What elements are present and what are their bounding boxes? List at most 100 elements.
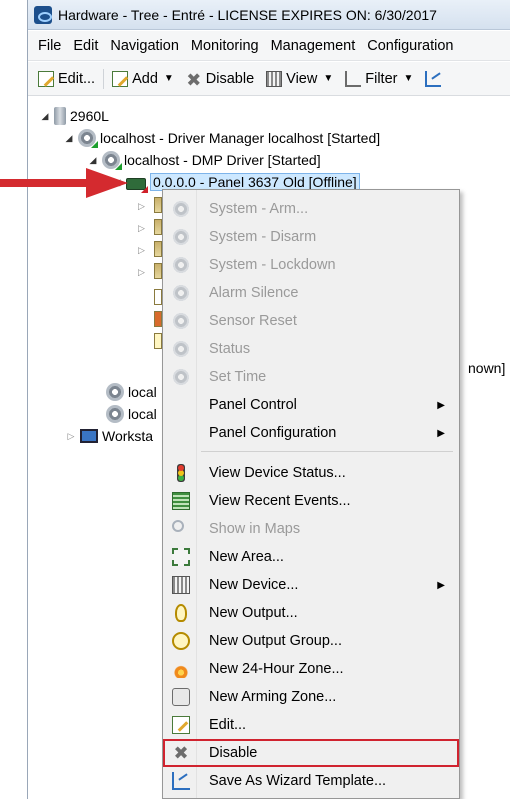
menu-item-label: New Device...	[209, 577, 299, 593]
submenu-arrow-icon: ▶	[437, 399, 445, 411]
menu-item-show-in-maps[interactable]: Show in Maps	[163, 515, 459, 543]
gear-disabled-icon	[172, 312, 190, 330]
menu-item-label: Show in Maps	[209, 521, 301, 537]
annotation-arrow-icon	[0, 168, 128, 198]
menu-item-edit[interactable]: Edit...	[163, 711, 459, 739]
menu-item-system-lockdown[interactable]: System - Lockdown	[163, 251, 459, 279]
area-node-icon	[154, 263, 162, 279]
area-icon	[172, 548, 190, 566]
toolbar-separator	[103, 68, 105, 89]
chevron-down-icon[interactable]: ▼	[323, 73, 333, 84]
menu-item-new-24-hour-zone[interactable]: New 24-Hour Zone...	[163, 655, 459, 683]
submenu-arrow-icon: ▶	[437, 427, 445, 439]
menu-item-view-recent-events[interactable]: View Recent Events...	[163, 487, 459, 515]
expand-toggle-icon[interactable]: ▷	[66, 431, 76, 442]
edit-button-label: Edit...	[58, 70, 96, 87]
filter-button-label: Filter	[365, 70, 398, 87]
toolbar: Edit... Add ▼ ✖ Disable View ▼ Filter ▼	[28, 62, 510, 96]
tree-node-label: localhost - DMP Driver [Started]	[124, 152, 321, 168]
menu-item-new-output[interactable]: New Output...	[163, 599, 459, 627]
menu-item-label: New Output Group...	[209, 633, 342, 649]
view-button[interactable]: View ▼	[260, 70, 339, 87]
menu-item-new-area[interactable]: New Area...	[163, 543, 459, 571]
menu-item-new-arming-zone[interactable]: New Arming Zone...	[163, 683, 459, 711]
driver-manager-icon	[78, 129, 98, 148]
menu-item-panel-control[interactable]: Panel Control ▶	[163, 391, 459, 419]
menu-navigation[interactable]: Navigation	[104, 38, 185, 54]
edit-icon	[38, 70, 54, 87]
filter-button[interactable]: Filter ▼	[339, 70, 419, 87]
events-list-icon	[172, 492, 190, 510]
expand-toggle-icon[interactable]: ▷	[138, 267, 145, 278]
menu-item-panel-configuration[interactable]: Panel Configuration ▶	[163, 419, 459, 447]
tree-node-local-1[interactable]: local	[106, 381, 157, 403]
add-button-label: Add	[132, 70, 158, 87]
arming-zone-icon	[172, 688, 190, 706]
tree-node-label: local	[128, 384, 157, 400]
expand-toggle-icon[interactable]: ▷	[138, 201, 145, 212]
driver-icon	[106, 405, 124, 423]
menu-item-label: Set Time	[209, 369, 267, 385]
expand-toggle-icon[interactable]: ▷	[138, 223, 145, 234]
tree-node-partial-label: nown]	[468, 357, 505, 379]
bulb-group-icon	[172, 632, 190, 650]
add-icon	[112, 70, 129, 87]
menu-item-new-device[interactable]: New Device... ▶	[163, 571, 459, 599]
menu-monitoring[interactable]: Monitoring	[185, 38, 265, 54]
disable-button[interactable]: ✖ Disable	[180, 71, 260, 89]
expand-toggle-icon[interactable]: ▷	[138, 245, 145, 256]
menu-item-view-device-status[interactable]: View Device Status...	[163, 459, 459, 487]
menu-item-system-disarm[interactable]: System - Disarm	[163, 223, 459, 251]
chevron-down-icon[interactable]: ▼	[403, 73, 413, 84]
menu-item-label: Disable	[209, 745, 258, 761]
menu-item-label: Status	[209, 341, 251, 357]
menu-management[interactable]: Management	[265, 38, 362, 54]
add-button[interactable]: Add ▼	[106, 70, 180, 87]
wizard-icon	[425, 70, 442, 87]
expand-toggle-icon[interactable]: ◢	[40, 111, 50, 122]
submenu-arrow-icon: ▶	[437, 579, 445, 591]
menu-item-set-time[interactable]: Set Time	[163, 363, 459, 391]
menu-item-disable[interactable]: ✖ Disable	[163, 739, 459, 767]
gear-disabled-icon	[172, 228, 190, 246]
menu-item-label: New Arming Zone...	[209, 689, 337, 705]
menu-item-alarm-silence[interactable]: Alarm Silence	[163, 279, 459, 307]
chevron-down-icon[interactable]: ▼	[164, 73, 174, 84]
menu-item-save-as-wizard-template[interactable]: Save As Wizard Template...	[163, 767, 459, 795]
bulb-icon	[175, 604, 187, 622]
server-icon	[54, 107, 66, 125]
menu-item-label: New Area...	[209, 549, 284, 565]
tree-node-driver-manager[interactable]: ◢ localhost - Driver Manager localhost […	[64, 127, 380, 149]
expand-toggle-icon[interactable]: ◢	[64, 133, 74, 144]
menu-item-label: Panel Configuration	[209, 425, 337, 441]
expand-toggle-icon[interactable]: ◢	[88, 155, 98, 166]
tree-node-local-2[interactable]: local	[106, 403, 157, 425]
wizard-icon	[172, 772, 190, 790]
menu-file[interactable]: File	[32, 38, 67, 54]
gear-disabled-icon	[172, 340, 190, 358]
menu-edit[interactable]: Edit	[67, 38, 104, 54]
menu-item-system-arm[interactable]: System - Arm...	[163, 195, 459, 223]
tree-node-root[interactable]: ◢ 2960L	[40, 105, 109, 127]
tree-node-label: local	[128, 406, 157, 422]
view-button-label: View	[286, 70, 318, 87]
wizard-toolbar-button[interactable]	[419, 70, 447, 87]
x-icon: ✖	[173, 743, 189, 763]
menu-item-sensor-reset[interactable]: Sensor Reset	[163, 307, 459, 335]
tree-node-label: Worksta	[102, 428, 154, 444]
menu-item-label: New Output...	[209, 605, 298, 621]
menu-item-new-output-group[interactable]: New Output Group...	[163, 627, 459, 655]
menu-item-label: New 24-Hour Zone...	[209, 661, 344, 677]
menu-bar: File Edit Navigation Monitoring Manageme…	[28, 31, 510, 61]
menu-item-status[interactable]: Status	[163, 335, 459, 363]
edit-button[interactable]: Edit...	[32, 70, 101, 87]
window-title: Hardware - Tree - Entré - LICENSE EXPIRE…	[58, 6, 437, 23]
traffic-light-icon	[177, 464, 185, 482]
driver-icon	[106, 383, 124, 401]
menu-configuration[interactable]: Configuration	[361, 38, 459, 54]
menu-item-label: Panel Control	[209, 397, 297, 413]
workstation-icon	[80, 429, 98, 443]
tree-node-workstation[interactable]: ▷ Worksta	[66, 425, 154, 447]
menu-separator	[201, 451, 453, 452]
title-bar: Hardware - Tree - Entré - LICENSE EXPIRE…	[28, 0, 510, 30]
